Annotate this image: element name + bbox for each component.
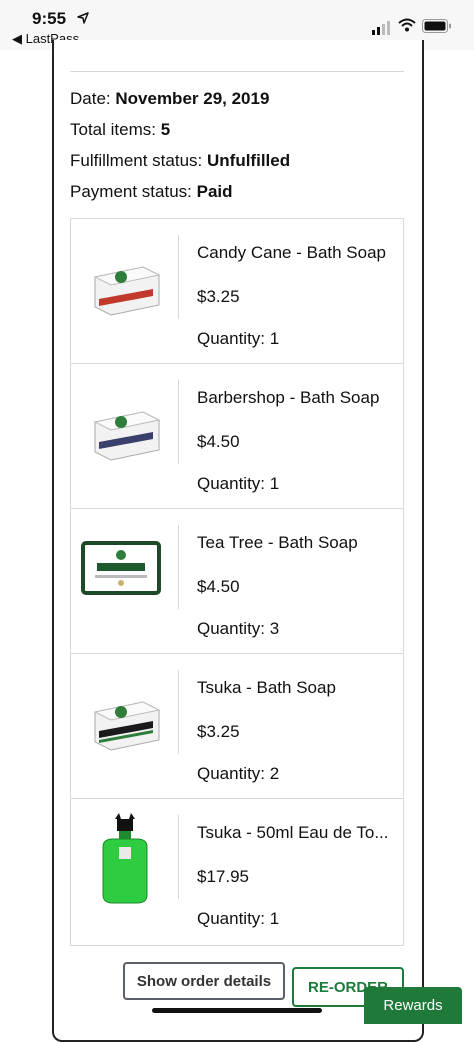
- payment-status: Payment status: Paid: [70, 182, 233, 201]
- item-divider: [178, 380, 179, 464]
- item-quantity: Quantity: 3: [197, 619, 280, 638]
- item-price: $3.25: [197, 722, 240, 741]
- item-name[interactable]: Tea Tree - Bath Soap: [197, 533, 358, 553]
- item-quantity: Quantity: 1: [197, 909, 280, 928]
- cologne-bottle-icon: [102, 813, 148, 904]
- list-item[interactable]: Candy Cane - Bath Soap $3.25 Quantity: 1: [71, 219, 403, 364]
- item-name[interactable]: Tsuka - 50ml Eau de To...: [197, 823, 389, 843]
- item-price: $17.95: [197, 867, 249, 886]
- order-date: Date: November 29, 2019: [70, 89, 270, 108]
- list-item[interactable]: Tsuka - 50ml Eau de To... $17.95 Quantit…: [71, 799, 403, 943]
- list-item[interactable]: Barbershop - Bath Soap $4.50 Quantity: 1: [71, 364, 403, 509]
- item-divider: [178, 670, 179, 754]
- item-quantity: Quantity: 1: [197, 474, 280, 493]
- cellular-signal-icon: [372, 21, 390, 35]
- item-name[interactable]: Candy Cane - Bath Soap: [197, 243, 386, 263]
- wifi-icon: [398, 18, 416, 32]
- fulfillment-status: Fulfillment status: Unfulfilled: [70, 151, 291, 170]
- item-name[interactable]: Barbershop - Bath Soap: [197, 388, 379, 408]
- item-quantity: Quantity: 1: [197, 329, 280, 348]
- item-name[interactable]: Tsuka - Bath Soap: [197, 678, 336, 698]
- item-quantity: Quantity: 2: [197, 764, 280, 783]
- rewards-button[interactable]: Rewards: [364, 987, 462, 1024]
- item-divider: [178, 815, 179, 899]
- order-total-items: Total items: 5: [70, 120, 171, 139]
- soap-box-icon: [81, 541, 161, 595]
- divider: [70, 71, 404, 72]
- home-indicator[interactable]: [152, 1008, 322, 1013]
- soap-box-icon: [93, 266, 161, 316]
- item-price: $3.25: [197, 287, 240, 306]
- item-price: $4.50: [197, 577, 240, 596]
- item-divider: [178, 235, 179, 319]
- list-item[interactable]: Tea Tree - Bath Soap $4.50 Quantity: 3: [71, 509, 403, 654]
- item-divider: [178, 525, 179, 609]
- soap-box-icon: [93, 701, 161, 751]
- clock: 9:55: [32, 9, 67, 28]
- order-items-list: Candy Cane - Bath Soap $3.25 Quantity: 1…: [70, 218, 404, 946]
- soap-box-icon: [93, 411, 161, 461]
- item-price: $4.50: [197, 432, 240, 451]
- location-arrow-icon: [77, 12, 89, 24]
- show-order-details-button[interactable]: Show order details: [123, 962, 285, 1000]
- list-item[interactable]: Tsuka - Bath Soap $3.25 Quantity: 2: [71, 654, 403, 799]
- battery-icon: [422, 19, 451, 33]
